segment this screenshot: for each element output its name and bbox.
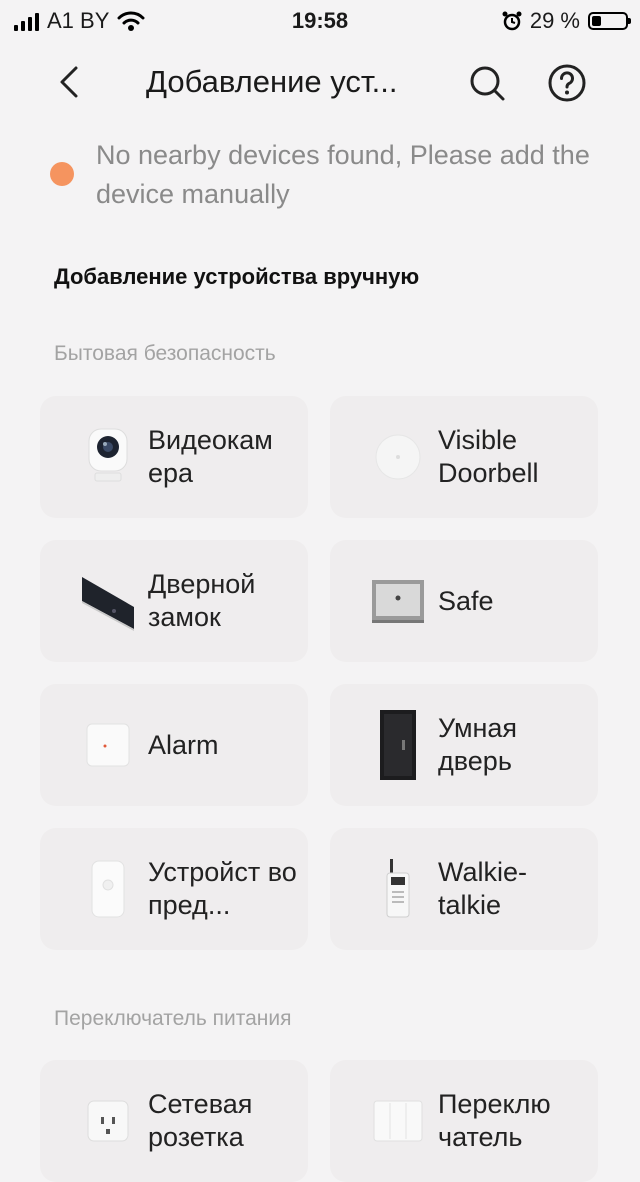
doorbell-icon <box>354 422 442 492</box>
device-card-door-lock[interactable]: Дверной замок <box>40 540 308 662</box>
status-bar: A1 BY 19:58 29 % <box>0 0 640 40</box>
device-label: Safe <box>438 585 494 616</box>
device-label: Alarm <box>148 729 219 760</box>
sensor-icon <box>64 854 152 924</box>
camera-icon <box>64 422 152 492</box>
device-label: Visible Doorbell <box>438 425 539 488</box>
door-lock-icon <box>64 566 152 636</box>
battery-icon <box>588 12 631 30</box>
device-card-smart-door[interactable]: Умная дверь <box>330 684 598 806</box>
device-card-safe[interactable]: Safe <box>330 540 598 662</box>
device-label: Walkie- talkie <box>438 857 528 920</box>
nav-bar: Добавление уст... <box>0 50 640 116</box>
back-icon[interactable] <box>50 62 90 102</box>
device-card-switch[interactable]: Переклю чатель <box>330 1060 598 1182</box>
device-label: Устройст во пред... <box>148 857 297 920</box>
device-label: Переклю чатель <box>438 1089 551 1152</box>
walkie-talkie-icon <box>354 854 442 924</box>
device-card-walkie-talkie[interactable]: Walkie- talkie <box>330 828 598 950</box>
device-card-sensor[interactable]: Устройст во пред... <box>40 828 308 950</box>
alarm-clock-icon <box>502 11 522 31</box>
category-header: Переключатель питания <box>54 1007 292 1030</box>
alarm-icon <box>64 710 152 780</box>
device-label: Видеокам ера <box>148 425 273 488</box>
device-card-socket[interactable]: Сетевая розетка <box>40 1060 308 1182</box>
device-card-alarm[interactable]: Alarm <box>40 684 308 806</box>
status-dot <box>50 162 74 186</box>
safe-icon <box>354 566 442 636</box>
device-label: Сетевая розетка <box>148 1089 253 1152</box>
search-icon[interactable] <box>466 62 508 104</box>
device-card-camera[interactable]: Видеокам ера <box>40 396 308 518</box>
device-label: Дверной замок <box>148 569 256 632</box>
category-header: Бытовая безопасность <box>54 342 276 365</box>
page-title: Добавление уст... <box>146 64 398 99</box>
socket-icon <box>64 1086 152 1156</box>
battery-percent: 29 % <box>529 8 580 33</box>
help-icon[interactable] <box>546 62 588 104</box>
smart-door-icon <box>354 710 442 780</box>
switch-icon <box>354 1086 442 1156</box>
device-card-doorbell[interactable]: Visible Doorbell <box>330 396 598 518</box>
notice-text: No nearby devices found, Please add the … <box>96 140 590 209</box>
device-label: Умная дверь <box>438 713 518 776</box>
section-title: Добавление устройства вручную <box>54 264 420 289</box>
